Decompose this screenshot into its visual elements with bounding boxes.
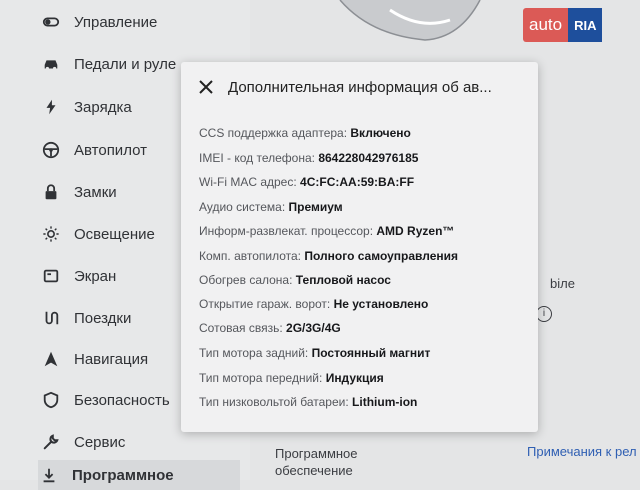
info-row: CCS поддержка адаптера: Включено <box>199 126 411 140</box>
sidebar-item-controls[interactable]: Управление <box>40 7 250 37</box>
trip-icon <box>40 307 62 329</box>
info-row: Wi-Fi MAC адрес: 4C:FC:AA:59:BA:FF <box>199 175 415 189</box>
dialog-title: Дополнительная информация об ав... <box>228 78 492 96</box>
info-row: IMEI - код телефона: 864228042976185 <box>199 151 419 165</box>
info-row: Тип мотора задний: Постоянный магнит <box>199 346 431 360</box>
sun-icon <box>40 223 62 245</box>
sidebar-item-label: Сервис <box>74 433 126 451</box>
navigation-icon <box>40 348 62 370</box>
sidebar-item-label: Зарядка <box>74 98 132 116</box>
info-row: Информ-развлекат. процессор: AMD Ryzen™ <box>199 224 455 238</box>
car-icon <box>40 53 62 75</box>
software-heading: Программное <box>275 446 358 461</box>
wrench-icon <box>40 431 62 453</box>
sidebar-item-label: Безопасность <box>74 391 170 409</box>
info-row: Обогрев салона: Тепловой насос <box>199 273 391 287</box>
download-icon <box>38 464 60 486</box>
shield-icon <box>40 389 62 411</box>
sidebar-item-label: Управление <box>74 13 158 31</box>
watermark-logo: auto RIA <box>523 8 633 42</box>
info-row: Открытие гараж. ворот: Не установлено <box>199 297 429 311</box>
sidebar-item-label: Педали и руле <box>74 55 177 73</box>
sidebar-item-label: Автопилот <box>74 141 147 159</box>
sidebar-item-label: Освещение <box>74 225 155 243</box>
release-notes-link[interactable]: Примечания к рел <box>527 444 637 459</box>
software-heading-line2: обеспечение <box>275 463 353 478</box>
lock-icon <box>40 181 62 203</box>
info-row: Тип низковольтой батареи: Lithium-ion <box>199 395 418 409</box>
sidebar-item-label: Программное <box>72 466 174 484</box>
steering-wheel-icon <box>40 139 62 161</box>
car-image <box>330 0 490 60</box>
display-icon <box>40 265 62 287</box>
info-row: Аудио система: Премиум <box>199 200 343 214</box>
info-row: Тип мотора передний: Индукция <box>199 371 384 385</box>
info-row: Комп. автопилота: Полного самоуправления <box>199 249 459 263</box>
additional-info-dialog: Дополнительная информация об ав... CCS п… <box>181 62 538 432</box>
bolt-icon <box>40 96 62 118</box>
close-icon[interactable] <box>196 77 216 97</box>
sidebar-item-label: Навигация <box>74 350 149 368</box>
info-row: Сотовая связь: 2G/3G/4G <box>199 321 341 335</box>
info-icon[interactable]: i <box>536 306 552 322</box>
sidebar-item-label: Замки <box>74 183 117 201</box>
toggle-icon <box>40 11 62 33</box>
sidebar-item-label: Поездки <box>74 309 132 327</box>
dialog-header: Дополнительная информация об ав... <box>181 72 538 102</box>
partial-background-text: biле <box>550 276 575 291</box>
sidebar-item-software[interactable]: Программное <box>38 460 240 490</box>
sidebar-item-label: Экран <box>74 267 117 285</box>
